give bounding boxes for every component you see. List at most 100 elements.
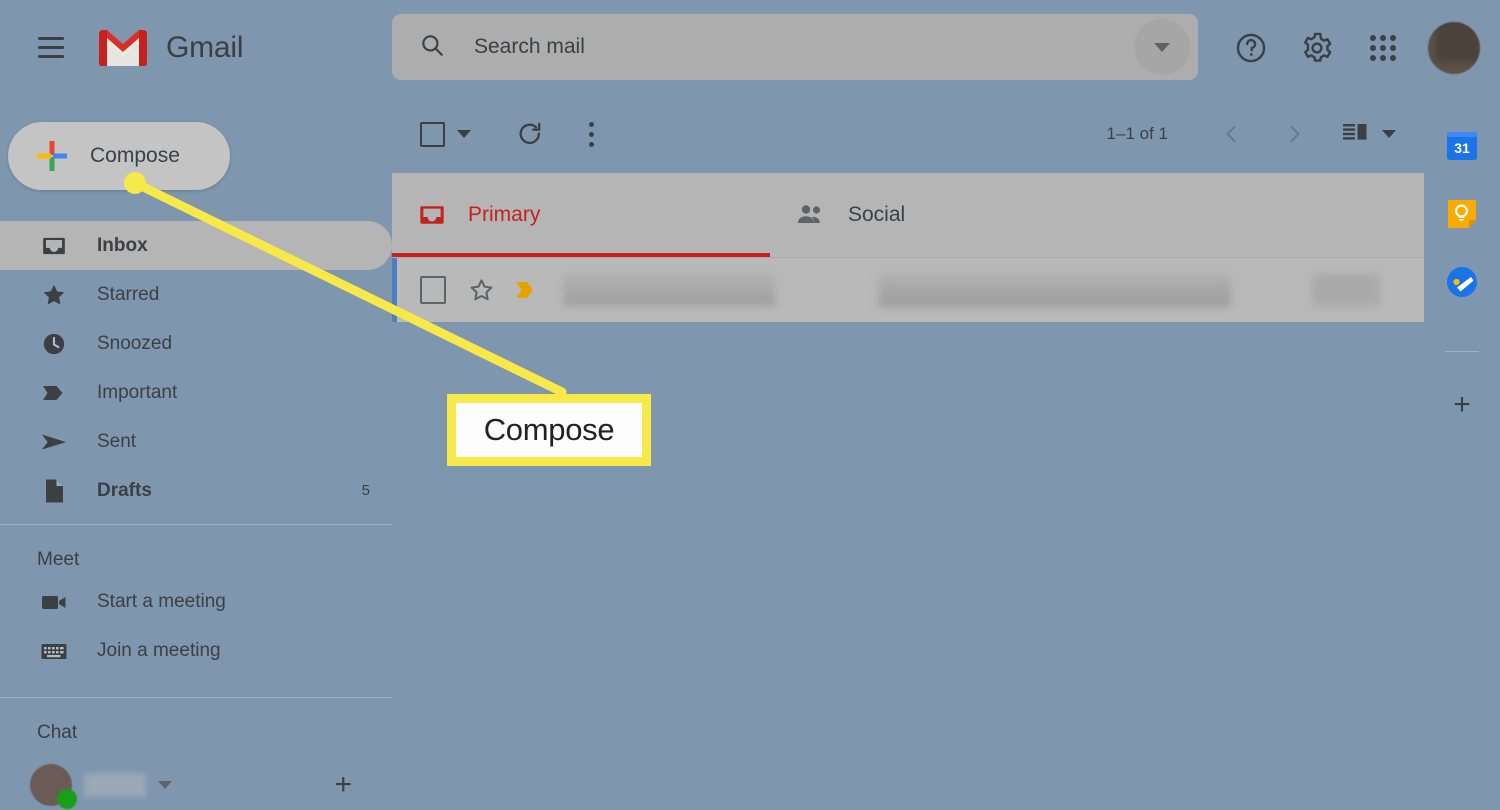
inbox-icon — [37, 233, 71, 259]
hamburger-line — [38, 46, 64, 49]
tab-label: Social — [848, 203, 906, 226]
chevron-down-icon — [1154, 42, 1170, 52]
sidebar-item-label: Inbox — [97, 234, 148, 256]
chevron-right-icon[interactable] — [1274, 114, 1314, 154]
hamburger-line — [38, 55, 64, 58]
plus-icon[interactable]: + — [334, 770, 352, 800]
chevron-down-icon — [1382, 130, 1396, 138]
apps-dot — [1380, 34, 1386, 41]
checkbox-icon[interactable] — [420, 276, 446, 304]
tab-social[interactable]: Social — [770, 173, 1148, 257]
status-badge — [57, 789, 77, 809]
mail-list-toolbar: 1–1 of 1 — [392, 95, 1424, 173]
sidebar-item-sent[interactable]: Sent — [0, 417, 392, 466]
plus-icon[interactable]: + — [1453, 390, 1471, 420]
search-options-button[interactable] — [1134, 19, 1190, 75]
annotation-callout-label: Compose — [483, 412, 615, 447]
clock-icon — [37, 331, 71, 357]
mail-subject — [879, 273, 1231, 307]
sidebar-item-label: Starred — [97, 283, 160, 305]
draft-page-icon — [37, 478, 71, 504]
annotation-callout: Compose — [447, 394, 651, 466]
people-icon — [796, 202, 826, 228]
sidebar-item-snoozed[interactable]: Snoozed — [0, 319, 392, 368]
search-bar[interactable] — [392, 14, 1198, 80]
important-chevron-icon — [37, 380, 71, 406]
pagination-range: 1–1 of 1 — [1106, 124, 1168, 143]
sidebar-item-label: Sent — [97, 430, 137, 452]
sidebar-item-starred[interactable]: Starred — [0, 270, 392, 319]
google-keep-icon[interactable] — [1445, 197, 1479, 231]
sidebar-item-start-a-meeting[interactable]: Start a meeting — [0, 577, 392, 626]
select-all-checkbox[interactable] — [420, 121, 471, 147]
keyboard-icon — [37, 640, 71, 662]
hamburger-menu-icon[interactable] — [27, 24, 75, 72]
hamburger-line — [38, 37, 64, 40]
gmail-m-envelope-icon — [97, 28, 149, 68]
google-plus-multicolor-icon — [35, 139, 69, 173]
tab-label: Primary — [468, 203, 541, 226]
compose-label: Compose — [90, 144, 180, 167]
apps-dot — [1390, 44, 1396, 51]
split-pane-toggle[interactable] — [1342, 120, 1396, 149]
sidebar-item-label: Join a meeting — [97, 639, 221, 661]
apps-dot — [1370, 34, 1376, 41]
table-row[interactable] — [392, 257, 1424, 322]
search-input[interactable] — [472, 34, 1134, 60]
sidebar-item-label: Snoozed — [97, 332, 173, 354]
more-dot — [589, 121, 594, 127]
checkbox-icon — [420, 121, 445, 147]
star-outline-icon[interactable] — [468, 277, 495, 304]
sidebar-nav: Inbox Starred Snoozed Important Sent Dra… — [0, 221, 392, 810]
more-dot — [589, 141, 594, 147]
mail-panel: Primary Social — [392, 173, 1424, 322]
refresh-icon[interactable] — [516, 120, 544, 148]
inbox-icon — [418, 201, 446, 229]
mail-sender — [563, 274, 775, 306]
video-camera-icon — [37, 591, 71, 613]
chevron-left-icon[interactable] — [1212, 114, 1252, 154]
sidebar-item-inbox[interactable]: Inbox — [0, 221, 392, 270]
google-tasks-icon[interactable] — [1445, 265, 1479, 299]
split-pane-icon — [1342, 120, 1368, 149]
sidebar-item-label: Important — [97, 381, 178, 403]
sidebar-item-important[interactable]: Important — [0, 368, 392, 417]
rail-divider — [1445, 351, 1479, 352]
chat-section-title: Chat — [37, 722, 78, 743]
sidebar-item-count: 5 — [361, 482, 370, 499]
meet-section-title: Meet — [37, 549, 80, 570]
apps-dot — [1370, 44, 1376, 51]
compose-button[interactable]: Compose — [8, 122, 230, 190]
tab-primary[interactable]: Primary — [392, 173, 770, 257]
search-icon — [419, 32, 445, 63]
sidebar-divider — [0, 697, 392, 698]
send-arrow-icon — [37, 429, 71, 455]
apps-dot — [1380, 54, 1386, 61]
chat-account-name — [84, 773, 146, 797]
more-vertical-icon[interactable] — [589, 121, 594, 147]
pagination: 1–1 of 1 — [1107, 114, 1424, 154]
important-marker-icon[interactable] — [513, 278, 539, 302]
sidebar-item-label: Drafts — [97, 479, 152, 501]
chevron-down-icon[interactable] — [457, 130, 471, 138]
avatar[interactable] — [1428, 21, 1480, 74]
sidebar-item-drafts[interactable]: Drafts 5 — [0, 466, 392, 515]
gear-icon[interactable] — [1296, 27, 1338, 69]
gmail-brand[interactable]: Gmail — [97, 28, 244, 68]
help-question-icon[interactable] — [1230, 27, 1272, 69]
top-app-bar: Gmail — [0, 0, 1500, 95]
google-calendar-icon[interactable]: 31 — [1445, 129, 1479, 163]
apps-dot — [1370, 54, 1376, 61]
mail-date — [1312, 274, 1380, 306]
apps-dot — [1390, 34, 1396, 41]
sidebar-item-join-a-meeting[interactable]: Join a meeting — [0, 626, 392, 675]
more-dot — [589, 131, 594, 137]
sidebar-item-label: Start a meeting — [97, 590, 226, 612]
apps-grid-icon[interactable] — [1362, 27, 1404, 69]
star-icon — [37, 282, 71, 308]
right-side-rail: 31 + — [1424, 95, 1500, 803]
chevron-down-icon[interactable] — [158, 781, 172, 789]
avatar — [30, 764, 77, 809]
apps-dot — [1380, 44, 1386, 51]
inbox-tabs: Primary Social — [392, 173, 1424, 257]
